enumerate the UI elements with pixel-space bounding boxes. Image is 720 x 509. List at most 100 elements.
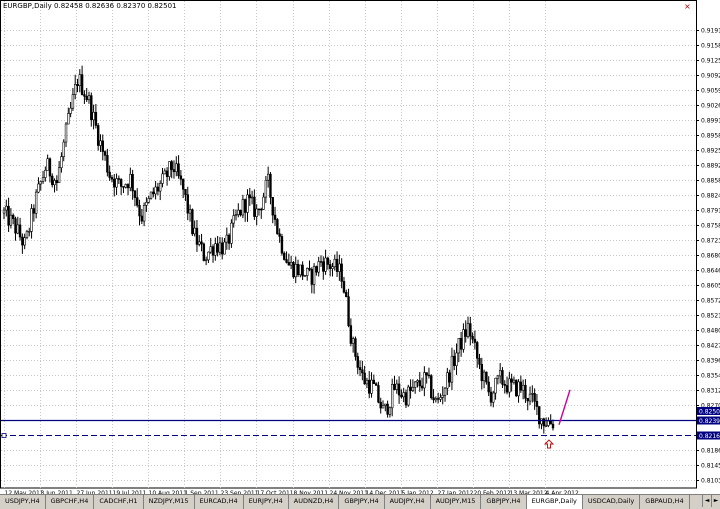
- candle-body: [80, 74, 84, 95]
- candle-body: [257, 208, 261, 211]
- candle-body: [455, 352, 458, 366]
- candle-body: [165, 170, 169, 177]
- candle-body: [538, 406, 541, 425]
- candle-body: [55, 180, 59, 184]
- tab-audjpy-m15[interactable]: AUDJPY,M15: [430, 495, 482, 509]
- candle-body: [342, 281, 346, 293]
- tab-eurcad-h4[interactable]: EURCAD,H4: [194, 495, 244, 509]
- candle-body: [416, 380, 419, 383]
- candle-body: [315, 266, 318, 273]
- candle-body: [331, 266, 334, 269]
- price-tick-label: 0.89580: [701, 133, 720, 140]
- candle-body: [505, 385, 509, 393]
- candle-body: [181, 178, 185, 190]
- candle-body: [62, 141, 65, 157]
- candle-body: [368, 379, 371, 394]
- candle-body: [312, 266, 316, 285]
- candle-body: [469, 323, 472, 337]
- candle-body: [407, 386, 410, 406]
- candle-body: [14, 218, 17, 234]
- candle-body: [345, 291, 348, 297]
- candle-body: [283, 252, 286, 260]
- tab-cadchf-h1[interactable]: CADCHF,H1: [94, 495, 144, 509]
- candle-body: [145, 202, 148, 206]
- candle-body: [241, 199, 245, 216]
- candle-body: [400, 394, 403, 398]
- candle-body: [117, 178, 121, 180]
- candle-body: [296, 264, 300, 276]
- candle-body: [443, 387, 447, 396]
- candle-body: [397, 383, 401, 396]
- candle-body: [349, 325, 353, 344]
- candle-body: [370, 379, 373, 394]
- price-tick-label: 0.81450: [701, 463, 720, 470]
- candle-body: [420, 385, 424, 389]
- candle-body: [211, 246, 215, 256]
- price-tick-label: 0.83120: [701, 388, 720, 395]
- candle-body: [106, 155, 109, 173]
- candle-body: [78, 74, 82, 87]
- chart-canvas[interactable]: 12 May 20113 Jun 2011 27 Jun 2011 19 Jul 2…: [0, 0, 720, 494]
- price-tick-label: 0.88240: [701, 193, 720, 200]
- candle-body: [510, 378, 513, 383]
- candle-body: [85, 95, 88, 101]
- candle-body: [351, 338, 355, 344]
- tab-eurgbp-daily[interactable]: EURGBP,Daily: [526, 495, 583, 509]
- candle-body: [512, 379, 516, 383]
- candle-body: [363, 372, 366, 385]
- candle-body: [326, 257, 330, 265]
- price-tick-label: 0.86460: [701, 268, 720, 275]
- candle-body: [248, 194, 251, 199]
- candle-body: [69, 107, 72, 114]
- candle-body: [487, 381, 490, 393]
- candle-body: [464, 329, 467, 337]
- candle-body: [517, 381, 520, 397]
- candle-body: [9, 214, 13, 226]
- tab-list: USDJPY,H4 GBPCHF,H4 CADCHF,H1 NZDJPY,M15 EUR…: [0, 495, 690, 509]
- candle-body: [133, 190, 137, 198]
- candle-body: [2, 209, 6, 214]
- candle-body: [276, 219, 279, 235]
- candle-body: [16, 224, 19, 234]
- tab-scroll-right-icon[interactable]: ►: [711, 495, 720, 507]
- candle-body: [285, 259, 288, 263]
- candle-body: [156, 186, 160, 192]
- price-tick-label: 0.91580: [701, 43, 720, 50]
- tab-gbpjpy-h4[interactable]: GBPJPY,H4: [481, 495, 527, 509]
- tab-nzdjpy-m15[interactable]: NZDJPY,M15: [143, 495, 195, 509]
- candle-body: [547, 420, 550, 426]
- price-tick-label: 0.81030: [701, 478, 720, 485]
- candle-body: [409, 386, 412, 391]
- candle-body: [136, 197, 139, 206]
- level-anchor-handle: [1, 433, 7, 438]
- price-tick-label: 0.86800: [701, 253, 720, 260]
- tab-audjpy-h4[interactable]: AUDJPY,H4: [384, 495, 431, 509]
- price-tick-label: 0.91250: [701, 58, 720, 65]
- tab-scroll-left-icon[interactable]: ◄: [702, 495, 711, 507]
- candle-body: [207, 251, 210, 261]
- tab-gbpaud-h4[interactable]: GBPAUD,H4: [640, 495, 690, 509]
- tab-eurjpy-h4[interactable]: EURJPY,H4: [243, 495, 289, 509]
- price-tick-label: 0.86050: [701, 283, 720, 290]
- plot-frame: [0, 0, 697, 489]
- tab-gbpjpy-h4[interactable]: GBPJPY,H4: [339, 495, 385, 509]
- candle-body: [260, 208, 263, 211]
- candle-body: [25, 231, 29, 239]
- tab-gbpchf-h4[interactable]: GBPCHF,H4: [45, 495, 95, 509]
- price-tick-label: 0.84270: [701, 343, 720, 350]
- candle-body: [202, 243, 206, 261]
- tab-usdcad-daily[interactable]: USDCAD,Daily: [582, 495, 641, 509]
- candle-body: [51, 175, 54, 186]
- candle-body: [131, 174, 134, 192]
- bid-price-label: 0.82501: [699, 409, 720, 416]
- candle-body: [356, 356, 359, 368]
- candle-body: [269, 173, 272, 198]
- candle-body: [480, 363, 483, 382]
- candle-body: [374, 383, 378, 386]
- candle-body: [34, 191, 38, 214]
- candle-body: [524, 384, 527, 399]
- price-tick-label: 0.90260: [701, 103, 720, 110]
- tab-audnzd-h4[interactable]: AUDNZD,H4: [288, 495, 340, 509]
- price-chart[interactable]: 12 May 2011 3 Jun 2011 27 Jun 2011 19 Jul 2…: [0, 0, 720, 508]
- tab-usdjpy-h4[interactable]: USDJPY,H4: [0, 495, 46, 509]
